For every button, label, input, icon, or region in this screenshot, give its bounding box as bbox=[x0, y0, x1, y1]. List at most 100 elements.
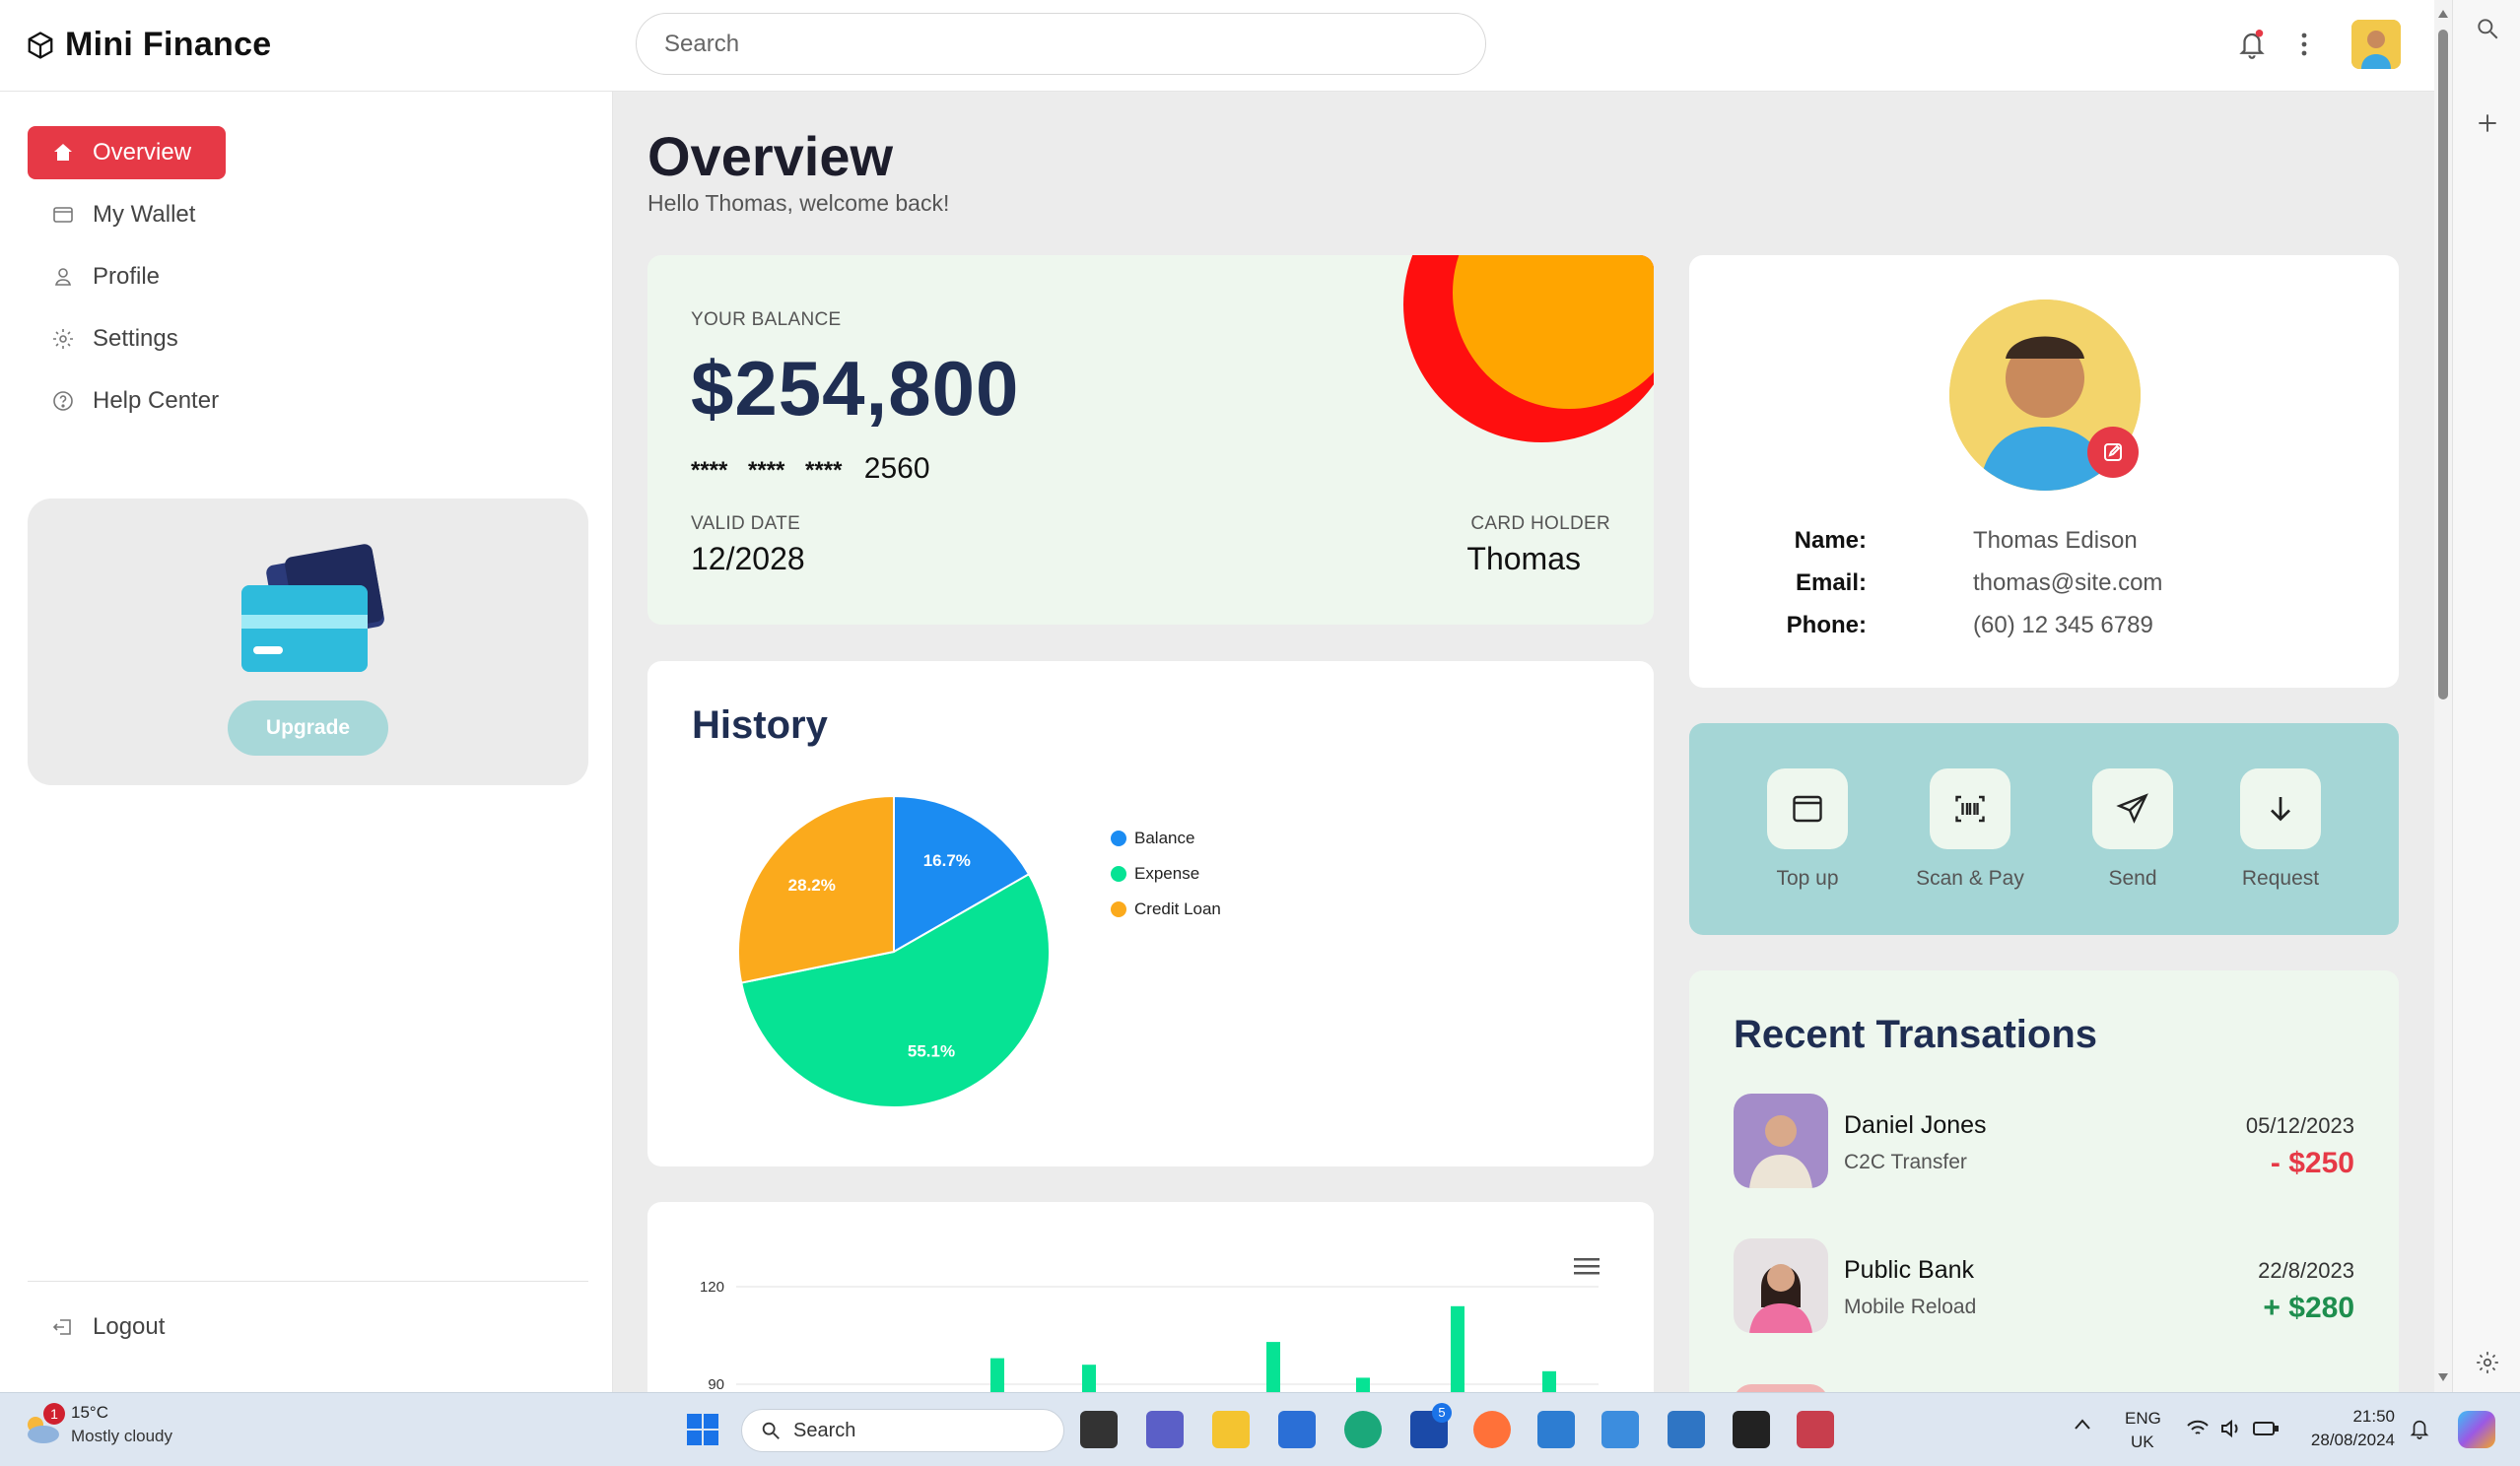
help-icon bbox=[53, 391, 73, 411]
transaction-avatar bbox=[1734, 1094, 1828, 1188]
name-value: Thomas Edison bbox=[1973, 527, 2138, 554]
logout-button[interactable]: Logout bbox=[28, 1300, 188, 1354]
sidebar-item-label: My Wallet bbox=[93, 201, 196, 228]
firefox-icon[interactable] bbox=[1473, 1411, 1511, 1448]
lync-icon[interactable]: 5 bbox=[1410, 1403, 1452, 1448]
weather-badge: 1 bbox=[43, 1403, 65, 1425]
taskbar-search-label: Search bbox=[793, 1419, 856, 1441]
recent-transactions-card: Recent Transations Daniel Jones C2C Tran… bbox=[1689, 970, 2399, 1404]
clock-date[interactable]: 28/08/2024 bbox=[2296, 1431, 2395, 1450]
file-explorer-icon[interactable] bbox=[1212, 1411, 1250, 1448]
email-label: Email: bbox=[1795, 569, 1867, 596]
balance-card: YOUR BALANCE $254,800 **** **** **** 256… bbox=[647, 255, 1654, 625]
legend-label: Credit Loan bbox=[1134, 900, 1221, 918]
teams-icon[interactable] bbox=[1146, 1411, 1184, 1448]
phone-label: Phone: bbox=[1786, 612, 1867, 638]
sidebar-divider bbox=[28, 1281, 588, 1282]
transaction-date: 22/8/2023 bbox=[2258, 1258, 2354, 1283]
microsoft-store-icon[interactable] bbox=[1278, 1411, 1316, 1448]
card-holder-value: Thomas bbox=[1466, 541, 1581, 576]
taskbar-search[interactable]: Search bbox=[741, 1409, 1064, 1452]
phone-value: (60) 12 345 6789 bbox=[1973, 612, 2153, 638]
edit-icon bbox=[2104, 443, 2122, 461]
copilot-icon[interactable] bbox=[2458, 1411, 2495, 1448]
notifications-icon[interactable] bbox=[2409, 1417, 2430, 1445]
logout-icon bbox=[52, 1319, 71, 1335]
legend-item-expense: Expense bbox=[1111, 864, 1199, 884]
legend-swatch bbox=[1111, 866, 1126, 882]
gear-icon bbox=[53, 329, 73, 349]
vscode-icon[interactable] bbox=[1537, 1411, 1575, 1448]
transaction-amount: - $250 bbox=[2270, 1147, 2354, 1179]
upgrade-button[interactable]: Upgrade bbox=[228, 700, 388, 756]
profile-card: Name: Thomas Edison Email: thomas@site.c… bbox=[1689, 255, 2399, 688]
sidebar-item-profile[interactable]: Profile bbox=[28, 250, 183, 303]
arrow-down-icon bbox=[2271, 797, 2290, 822]
transaction-row[interactable]: Daniel Jones C2C Transfer 05/12/2023 - $… bbox=[1734, 1094, 2354, 1192]
sidebar-item-help-center[interactable]: Help Center bbox=[28, 374, 242, 428]
legend-label: Balance bbox=[1134, 829, 1195, 847]
legend-item-balance: Balance bbox=[1111, 829, 1194, 848]
search-icon bbox=[762, 1422, 780, 1439]
show-hidden-icons-icon[interactable] bbox=[2074, 1417, 2091, 1435]
volume-icon[interactable] bbox=[2219, 1419, 2243, 1443]
wallet-icon bbox=[53, 207, 73, 223]
browser-settings-icon[interactable] bbox=[2475, 1350, 2500, 1380]
request-button[interactable]: Request bbox=[2212, 768, 2350, 891]
logout-label: Logout bbox=[93, 1313, 166, 1340]
edge-browser-icon[interactable] bbox=[1344, 1411, 1382, 1448]
scan-pay-label: Scan & Pay bbox=[1916, 867, 2024, 890]
notification-bell-icon[interactable] bbox=[2237, 28, 2267, 61]
weather-temp: 15°C bbox=[71, 1403, 108, 1422]
cube-icon bbox=[28, 31, 53, 59]
browser-side-panel bbox=[2452, 0, 2520, 1392]
card-holder-label: CARD HOLDER bbox=[1470, 513, 1610, 534]
sidebar-item-label: Help Center bbox=[93, 387, 220, 414]
snipping-tool-icon[interactable] bbox=[1797, 1411, 1834, 1448]
sidebar-item-label: Settings bbox=[93, 325, 178, 352]
clock-time[interactable]: 21:50 bbox=[2306, 1407, 2395, 1427]
scroll-up-arrow-icon[interactable] bbox=[2437, 6, 2449, 24]
sidebar-item-label: Profile bbox=[93, 263, 161, 290]
legend-item-credit-loan: Credit Loan bbox=[1111, 900, 1221, 919]
valid-date-value: 12/2028 bbox=[691, 541, 805, 576]
scrollbar-thumb[interactable] bbox=[2438, 30, 2448, 700]
name-label: Name: bbox=[1794, 527, 1867, 554]
legend-swatch bbox=[1111, 901, 1126, 917]
app-logo[interactable]: Mini Finance bbox=[26, 26, 272, 64]
scan-pay-button[interactable]: Scan & Pay bbox=[1901, 768, 2039, 891]
language-bottom[interactable]: UK bbox=[2131, 1433, 2154, 1452]
browser-search-icon[interactable] bbox=[2475, 16, 2500, 46]
sidebar-item-my-wallet[interactable]: My Wallet bbox=[28, 188, 219, 241]
sidebar-item-label: Overview bbox=[93, 139, 192, 166]
sidebar-item-settings[interactable]: Settings bbox=[28, 312, 202, 366]
notepad-icon[interactable] bbox=[1668, 1411, 1705, 1448]
edit-photo-button[interactable] bbox=[2087, 427, 2139, 478]
lync-badge: 5 bbox=[1432, 1403, 1452, 1423]
task-view-icon[interactable] bbox=[1080, 1411, 1118, 1448]
transaction-row[interactable]: Public Bank Mobile Reload 22/8/2023 + $2… bbox=[1734, 1238, 2354, 1337]
transaction-type: C2C Transfer bbox=[1844, 1151, 1967, 1173]
language-top[interactable]: ENG bbox=[2125, 1409, 2161, 1429]
sidebar-item-overview[interactable]: Overview bbox=[28, 126, 226, 179]
wifi-icon[interactable] bbox=[2186, 1419, 2210, 1443]
card-decoration bbox=[1403, 255, 1654, 442]
more-options-icon[interactable] bbox=[2294, 28, 2314, 61]
y-tick-label: 90 bbox=[708, 1376, 724, 1393]
scroll-down-arrow-icon[interactable] bbox=[2437, 1369, 2449, 1387]
battery-icon[interactable] bbox=[2253, 1421, 2279, 1441]
search-input[interactable] bbox=[636, 13, 1486, 75]
top-up-button[interactable]: Top up bbox=[1738, 768, 1876, 891]
balance-amount: $254,800 bbox=[691, 345, 1020, 432]
windows-start-icon[interactable] bbox=[684, 1411, 721, 1448]
user-avatar[interactable] bbox=[2351, 20, 2401, 69]
request-label: Request bbox=[2241, 867, 2320, 890]
credit-cards-illustration bbox=[241, 544, 384, 672]
terminal-icon[interactable] bbox=[1733, 1411, 1770, 1448]
history-pie-chart: 16.7% 55.1% 28.2% bbox=[737, 794, 1051, 1108]
paint-icon[interactable] bbox=[1601, 1411, 1639, 1448]
add-icon[interactable] bbox=[2475, 110, 2500, 141]
history-title: History bbox=[692, 703, 828, 747]
send-button[interactable]: Send bbox=[2064, 768, 2202, 891]
transaction-amount: + $280 bbox=[2263, 1292, 2354, 1324]
